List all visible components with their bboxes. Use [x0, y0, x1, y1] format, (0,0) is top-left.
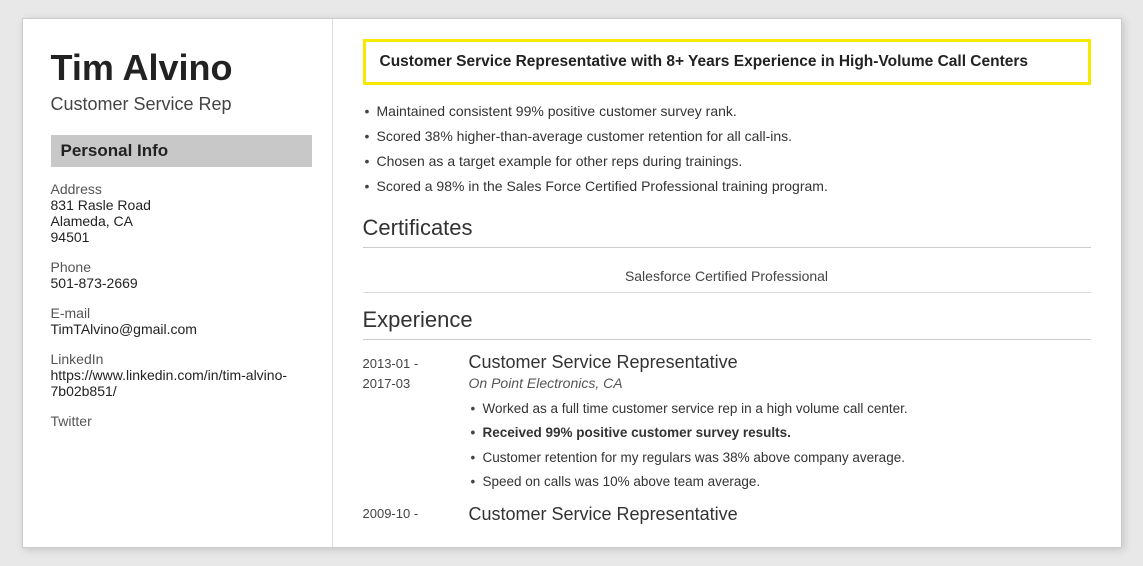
- email-value: TimTAlvino@gmail.com: [51, 321, 312, 337]
- exp-next-date: 2009-10 -: [363, 504, 453, 525]
- email-block: E-mail TimTAlvino@gmail.com: [51, 305, 312, 337]
- email-label: E-mail: [51, 305, 312, 321]
- summary-bullets: Maintained consistent 99% positive custo…: [363, 99, 1091, 199]
- address-line3: 94501: [51, 229, 312, 245]
- experience-block-2: 2009-10 - Customer Service Representativ…: [363, 504, 1091, 525]
- phone-block: Phone 501-873-2669: [51, 259, 312, 291]
- experience-block-1: 2013-01 - 2017-03 Customer Service Repre…: [363, 352, 1091, 494]
- exp-date-end: 2017-03: [363, 376, 411, 391]
- exp-bullet: Customer retention for my regulars was 3…: [469, 446, 1091, 470]
- exp-dates-1: 2013-01 - 2017-03: [363, 352, 453, 494]
- summary-bullet: Scored a 98% in the Sales Force Certifie…: [363, 174, 1091, 199]
- summary-bullet: Scored 38% higher-than-average customer …: [363, 124, 1091, 149]
- linkedin-block: LinkedIn https://www.linkedin.com/in/tim…: [51, 351, 312, 399]
- exp-bullet: Received 99% positive customer survey re…: [469, 421, 1091, 445]
- exp-job-title-1: Customer Service Representative: [469, 352, 1091, 373]
- phone-value: 501-873-2669: [51, 275, 312, 291]
- exp-bullet: Speed on calls was 10% above team averag…: [469, 470, 1091, 494]
- linkedin-value: https://www.linkedin.com/in/tim-alvino-7…: [51, 367, 312, 399]
- certificate-item: Salesforce Certified Professional: [363, 260, 1091, 293]
- candidate-title: Customer Service Rep: [51, 94, 312, 115]
- address-line2: Alameda, CA: [51, 213, 312, 229]
- candidate-name: Tim Alvino: [51, 47, 312, 88]
- summary-bullet: Maintained consistent 99% positive custo…: [363, 99, 1091, 124]
- personal-info-header: Personal Info: [51, 135, 312, 167]
- certificates-divider: [363, 247, 1091, 248]
- address-label: Address: [51, 181, 312, 197]
- exp-bullets-1: Worked as a full time customer service r…: [469, 397, 1091, 494]
- twitter-block: Twitter: [51, 413, 312, 429]
- phone-label: Phone: [51, 259, 312, 275]
- address-block: Address 831 Rasle Road Alameda, CA 94501: [51, 181, 312, 245]
- exp-details-1: Customer Service Representative On Point…: [469, 352, 1091, 494]
- experience-divider: [363, 339, 1091, 340]
- summary-bullet: Chosen as a target example for other rep…: [363, 149, 1091, 174]
- sidebar: Tim Alvino Customer Service Rep Personal…: [23, 19, 333, 547]
- experience-title: Experience: [363, 307, 1091, 333]
- exp-company-1: On Point Electronics, CA: [469, 375, 1091, 391]
- linkedin-label: LinkedIn: [51, 351, 312, 367]
- twitter-label: Twitter: [51, 413, 312, 429]
- exp-next-title: Customer Service Representative: [469, 504, 738, 525]
- address-line1: 831 Rasle Road: [51, 197, 312, 213]
- certificates-title: Certificates: [363, 215, 1091, 241]
- main-content: Customer Service Representative with 8+ …: [333, 19, 1121, 547]
- exp-bullet: Worked as a full time customer service r…: [469, 397, 1091, 421]
- headline-box: Customer Service Representative with 8+ …: [363, 39, 1091, 85]
- exp-date-start: 2013-01 -: [363, 356, 419, 371]
